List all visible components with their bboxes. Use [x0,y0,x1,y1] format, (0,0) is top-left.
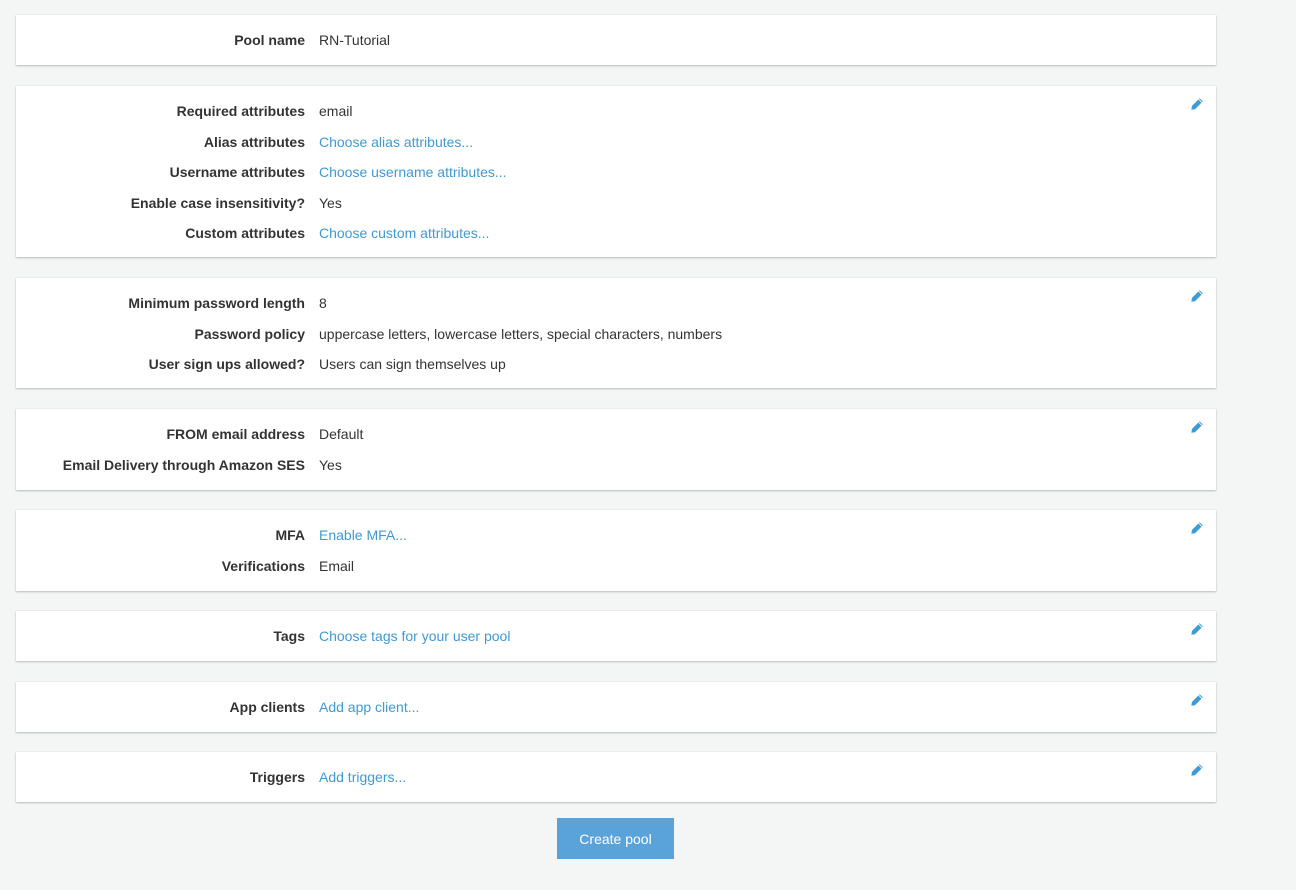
tags-label: Tags [273,628,305,644]
alias-attributes-row: Alias attributes Choose alias attributes… [16,133,1216,164]
required-attributes-value: email [319,103,353,119]
choose-username-attributes-link[interactable]: Choose username attributes... [319,163,507,181]
password-policy-value: uppercase letters, lowercase letters, sp… [319,325,723,342]
pencil-icon[interactable] [1190,763,1204,777]
triggers-label: Triggers [249,769,305,785]
from-email-row: FROM email address Default [16,425,1216,456]
from-email-value: Default [319,426,364,442]
tags-row: Tags Choose tags for your user pool [16,627,1216,658]
sign-ups-row: User sign ups allowed? Users can sign th… [16,355,1216,386]
mfa-row: MFA Enable MFA... [16,526,1216,557]
pool-name-label: Pool name [234,32,305,48]
from-email-label: FROM email address [166,426,306,442]
case-insensitivity-label: Enable case insensitivity? [130,194,305,211]
ses-delivery-label: Email Delivery through Amazon SES [62,456,305,473]
add-triggers-link[interactable]: Add triggers... [319,768,406,786]
verifications-label: Verifications [221,557,305,574]
alias-attributes-label: Alias attributes [203,133,305,150]
pencil-icon[interactable] [1190,97,1204,111]
app-clients-label: App clients [229,699,305,715]
min-password-length-row: Minimum password length 8 [16,294,1216,325]
sign-ups-value: Users can sign themselves up [319,356,506,372]
pool-name-section: Pool name RN-Tutorial [16,15,1216,65]
choose-custom-attributes-link[interactable]: Choose custom attributes... [319,224,489,242]
enable-mfa-link[interactable]: Enable MFA... [319,526,407,544]
app-clients-row: App clients Add app client... [16,698,1216,729]
required-attributes-label: Required attributes [176,103,305,119]
email-section: FROM email address Default Email Deliver… [16,409,1216,490]
pool-name-row: Pool name RN-Tutorial [16,31,1216,62]
mfa-label: MFA [275,527,305,543]
verifications-value: Email [319,557,355,574]
min-password-length-label: Minimum password length [128,295,305,311]
add-app-client-link[interactable]: Add app client... [319,698,419,716]
username-attributes-row: Username attributes Choose username attr… [16,163,1216,194]
password-policy-label: Password policy [194,325,305,342]
custom-attributes-row: Custom attributes Choose custom attribut… [16,224,1216,255]
policies-section: Minimum password length 8 Password polic… [16,278,1216,388]
pencil-icon[interactable] [1190,420,1204,434]
pencil-icon[interactable] [1190,693,1204,707]
username-attributes-label: Username attributes [169,164,305,180]
case-insensitivity-row: Enable case insensitivity? Yes [16,194,1216,225]
triggers-section: Triggers Add triggers... [16,752,1216,802]
mfa-section: MFA Enable MFA... Verifications Email [16,510,1216,591]
create-pool-button[interactable]: Create pool [557,818,674,859]
attributes-section: Required attributes email Alias attribut… [16,86,1216,257]
app-clients-section: App clients Add app client... [16,682,1216,732]
choose-tags-link[interactable]: Choose tags for your user pool [319,627,510,645]
pencil-icon[interactable] [1190,289,1204,303]
ses-delivery-value: Yes [319,456,342,473]
verifications-row: Verifications Email [16,557,1216,588]
tags-section: Tags Choose tags for your user pool [16,611,1216,661]
ses-delivery-row: Email Delivery through Amazon SES Yes [16,456,1216,487]
sign-ups-label: User sign ups allowed? [148,356,305,372]
pencil-icon[interactable] [1190,521,1204,535]
pool-name-value: RN-Tutorial [319,32,391,48]
pencil-icon[interactable] [1190,622,1204,636]
choose-alias-attributes-link[interactable]: Choose alias attributes... [319,133,473,151]
custom-attributes-label: Custom attributes [185,225,305,241]
triggers-row: Triggers Add triggers... [16,768,1216,799]
case-insensitivity-value: Yes [319,194,342,211]
min-password-length-value: 8 [319,295,327,311]
required-attributes-row: Required attributes email [16,102,1216,133]
password-policy-row: Password policy uppercase letters, lower… [16,325,1216,356]
